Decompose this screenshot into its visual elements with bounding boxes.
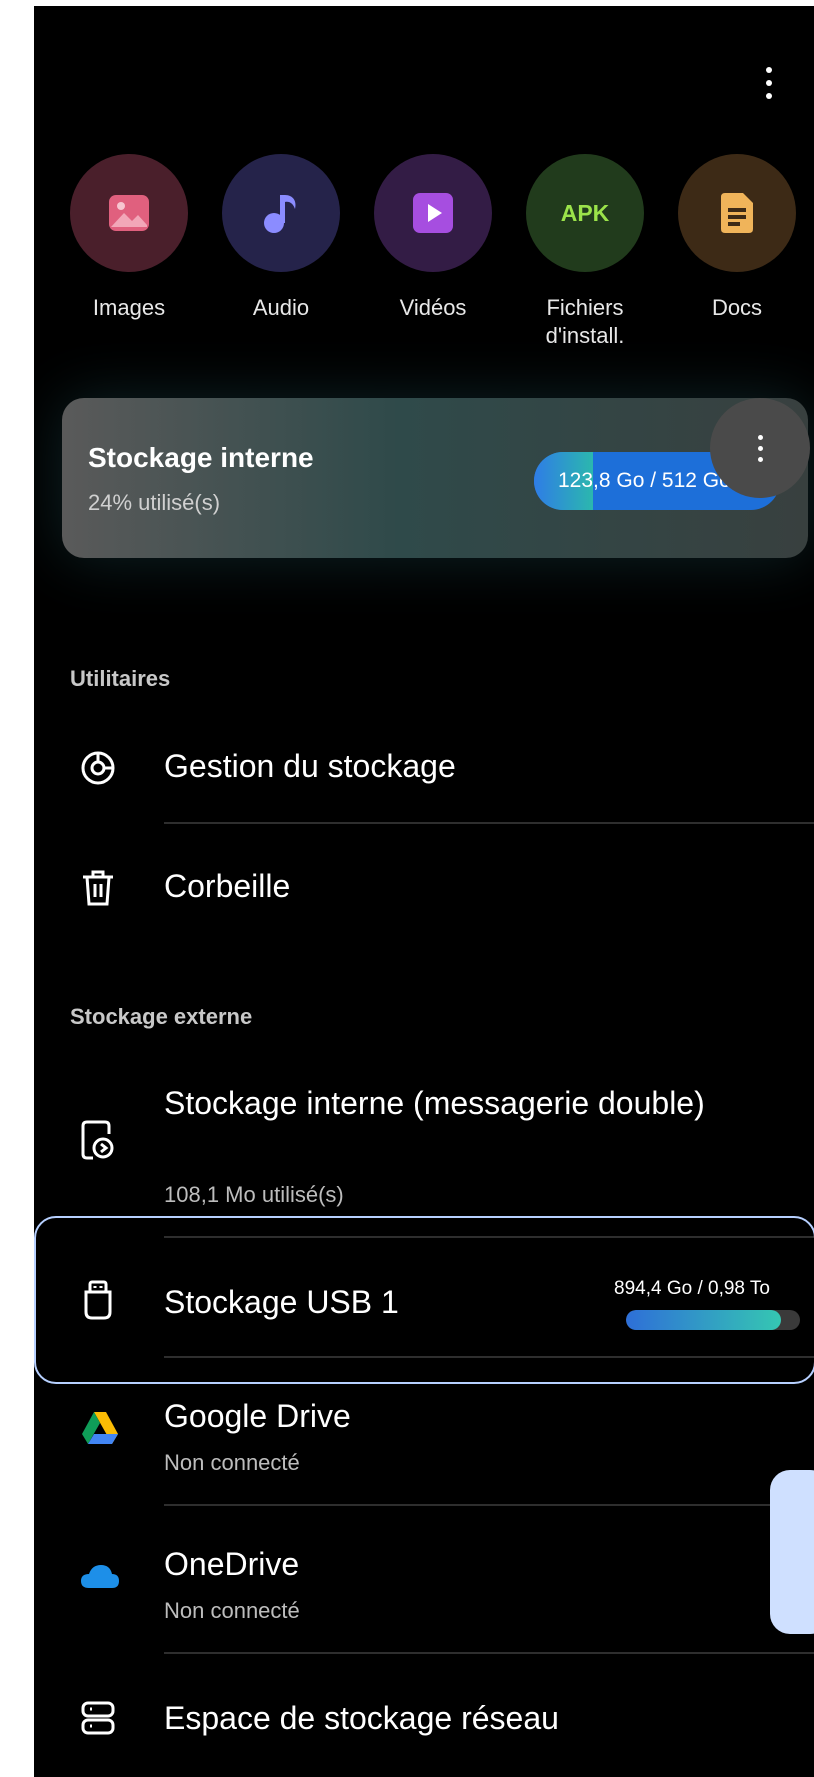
trash-item[interactable] <box>34 826 814 936</box>
divider <box>164 822 814 824</box>
card-more-options-button[interactable] <box>710 398 810 498</box>
usb-storage-item[interactable] <box>34 1216 814 1384</box>
google-drive-icon <box>78 1406 122 1450</box>
floating-panel-button[interactable] <box>770 1470 814 1634</box>
item-title: Stockage interne (messagerie double) <box>164 1085 705 1121</box>
storage-bar-fill <box>626 1310 781 1330</box>
category-label: Audio <box>252 295 310 320</box>
more-dot-icon <box>757 434 763 440</box>
image-icon <box>70 154 188 272</box>
apk-icon: APK <box>526 154 644 272</box>
category-label: Vidéos <box>399 295 467 320</box>
storage-analysis-icon <box>76 746 120 790</box>
more-dot-icon <box>766 93 772 99</box>
category-images[interactable]: Images <box>70 154 188 322</box>
category-label: Docs <box>711 295 763 320</box>
play-icon <box>374 154 492 272</box>
more-dot-icon <box>757 445 763 451</box>
internal-storage-title: Stockage interne <box>88 442 314 473</box>
trash-icon <box>76 866 120 910</box>
section-heading-utilities: Utilitaires <box>70 666 171 691</box>
divider <box>164 1652 814 1654</box>
item-subtitle: Non connecté <box>164 1450 300 1475</box>
divider <box>164 1504 814 1506</box>
my-files-screen: Images Audio Vidéos APK Fichiers d'insta… <box>34 6 814 1777</box>
category-docs[interactable]: Docs <box>678 154 796 322</box>
document-icon <box>678 154 796 272</box>
category-label: Fichiers d'install. <box>545 295 625 348</box>
onedrive-cloud-icon <box>78 1554 122 1598</box>
onedrive-item[interactable] <box>34 1516 734 1646</box>
item-title: OneDrive <box>164 1546 300 1582</box>
item-title: Espace de stockage réseau <box>164 1700 559 1736</box>
item-title: Corbeille <box>164 868 291 904</box>
section-heading-external-storage: Stockage externe <box>70 1004 253 1029</box>
item-title: Stockage USB 1 <box>164 1284 399 1320</box>
category-audio[interactable]: Audio <box>222 154 340 322</box>
google-drive-item[interactable] <box>34 1386 734 1506</box>
divider <box>164 1356 814 1358</box>
category-label: Images <box>92 295 166 320</box>
usb-capacity: 894,4 Go / 0,98 To <box>614 1278 770 1299</box>
usb-drive-icon <box>76 1278 120 1322</box>
usb-storage-bar <box>626 1310 800 1330</box>
item-title: Google Drive <box>164 1398 351 1434</box>
category-videos[interactable]: Vidéos <box>374 154 492 322</box>
item-subtitle: Non connecté <box>164 1598 300 1623</box>
item-title: Gestion du stockage <box>164 748 456 784</box>
category-install-files[interactable]: APK Fichiers d'install. <box>526 154 644 350</box>
item-subtitle: 108,1 Mo utilisé(s) <box>164 1182 344 1207</box>
music-note-icon <box>222 154 340 272</box>
storage-used: 123,8 Go <box>558 469 645 492</box>
internal-storage-usage: 24% utilisé(s) <box>88 490 221 515</box>
more-dot-icon <box>766 67 772 73</box>
dual-messenger-icon <box>76 1118 120 1162</box>
network-storage-icon <box>76 1696 120 1740</box>
more-dot-icon <box>766 80 772 86</box>
more-dot-icon <box>757 456 763 462</box>
more-options-button[interactable] <box>754 58 784 108</box>
